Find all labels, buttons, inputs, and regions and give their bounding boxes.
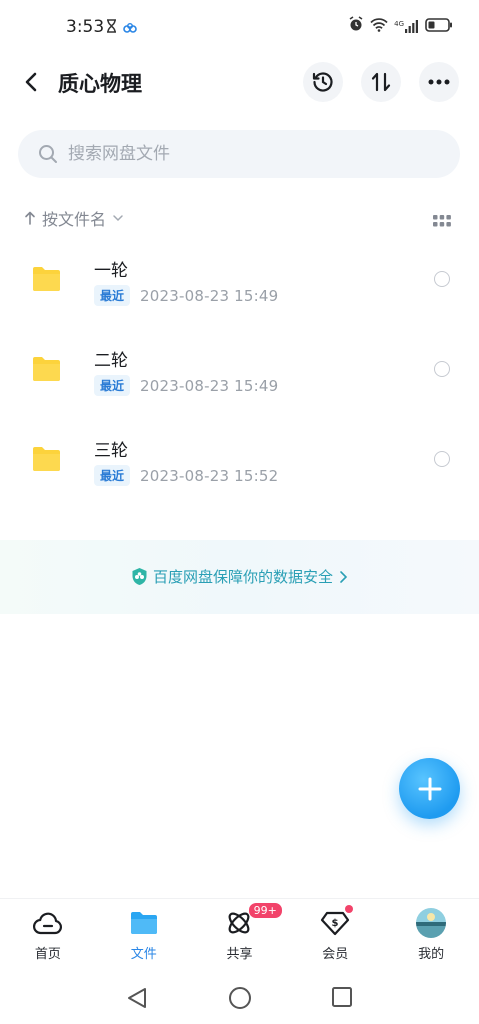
nav-item-home[interactable]: 首页 [0, 899, 96, 971]
recent-badge: 最近 [94, 465, 131, 486]
nav-item-files[interactable]: 文件 [96, 899, 192, 971]
system-home-button[interactable] [228, 986, 252, 1014]
nav-item-me[interactable]: 我的 [383, 899, 479, 971]
signal-icon: 4G [394, 19, 419, 33]
file-name: 三轮 [94, 441, 128, 461]
select-checkbox[interactable] [434, 271, 450, 287]
wifi-icon [370, 17, 388, 36]
grid-view-button[interactable] [433, 212, 451, 231]
folder-icon [33, 447, 60, 471]
file-list: 一轮 最近 2023-08-23 15:49 二轮 最近 2023-08-23 … [0, 236, 479, 506]
file-row[interactable]: 二轮 最近 2023-08-23 15:49 [0, 326, 479, 416]
security-banner[interactable]: 百度网盘保障你的数据安全 [0, 540, 479, 614]
file-date: 2023-08-23 15:49 [140, 376, 279, 395]
back-button[interactable] [18, 68, 46, 96]
nav-item-share[interactable]: 99+ 共享 [192, 899, 288, 971]
system-back-button[interactable] [126, 986, 148, 1014]
file-row[interactable]: 三轮 最近 2023-08-23 15:52 [0, 416, 479, 506]
add-button[interactable] [399, 758, 460, 819]
file-date: 2023-08-23 15:49 [140, 286, 279, 305]
battery-icon [425, 17, 453, 36]
chevron-down-icon [113, 215, 123, 222]
folder-icon [130, 912, 157, 934]
nav-item-vip[interactable]: $ 会员 [287, 899, 383, 971]
folder-icon [33, 357, 60, 381]
file-name: 一轮 [94, 261, 128, 281]
status-bar: 3:53 4G [0, 0, 479, 56]
square-recents-icon [332, 987, 352, 1007]
history-icon [312, 72, 333, 92]
select-checkbox[interactable] [434, 361, 450, 377]
vip-dot-badge [345, 905, 354, 913]
more-button[interactable] [419, 62, 459, 102]
file-row[interactable]: 一轮 最近 2023-08-23 15:49 [0, 236, 479, 326]
sort-label: 按文件名 [42, 210, 107, 229]
page-title: 质心物理 [58, 72, 142, 96]
vip-diamond-icon: $ [321, 911, 350, 936]
chevron-right-icon [340, 570, 348, 583]
shield-icon [132, 568, 147, 585]
bottom-nav: 首页 文件 99+ 共享 $ 会员 我的 [0, 898, 479, 970]
cloud-home-icon [32, 912, 62, 935]
recent-badge: 最近 [94, 375, 131, 396]
avatar-icon [416, 908, 447, 938]
circle-home-icon [229, 987, 251, 1009]
nav-label: 首页 [34, 947, 61, 962]
transfer-arrows-icon [371, 72, 391, 92]
nav-label: 我的 [418, 947, 445, 962]
system-nav-bar [0, 972, 479, 1024]
search-input[interactable] [68, 130, 448, 178]
search-icon [39, 145, 57, 163]
system-recents-button[interactable] [331, 986, 353, 1012]
arrow-up-icon [25, 211, 35, 225]
plus-icon [418, 777, 441, 800]
baidu-netdisk-icon [123, 18, 137, 37]
alarm-icon [348, 16, 364, 36]
more-dots-icon [428, 79, 450, 85]
history-button[interactable] [303, 62, 343, 102]
triangle-back-icon [128, 988, 146, 1008]
nav-label: 会员 [322, 947, 349, 962]
folder-icon [33, 267, 60, 291]
recent-badge: 最近 [94, 285, 131, 306]
sort-bar: 按文件名 [0, 206, 479, 232]
network-type: 4G [394, 19, 404, 28]
nav-label: 共享 [226, 947, 253, 962]
file-date: 2023-08-23 15:52 [140, 466, 279, 485]
file-name: 二轮 [94, 351, 128, 371]
select-checkbox[interactable] [434, 451, 450, 467]
share-badge: 99+ [247, 902, 283, 919]
hourglass-icon [106, 18, 117, 37]
nav-label: 文件 [130, 947, 157, 962]
transfer-button[interactable] [361, 62, 401, 102]
grid-icon [433, 215, 451, 227]
security-banner-text: 百度网盘保障你的数据安全 [152, 568, 333, 586]
header: 质心物理 [0, 58, 479, 106]
svg-text:$: $ [332, 918, 339, 929]
status-time: 3:53 [66, 17, 105, 37]
sort-button[interactable]: 按文件名 [24, 206, 124, 230]
chevron-left-icon [25, 72, 37, 92]
search-bar[interactable] [18, 130, 460, 178]
